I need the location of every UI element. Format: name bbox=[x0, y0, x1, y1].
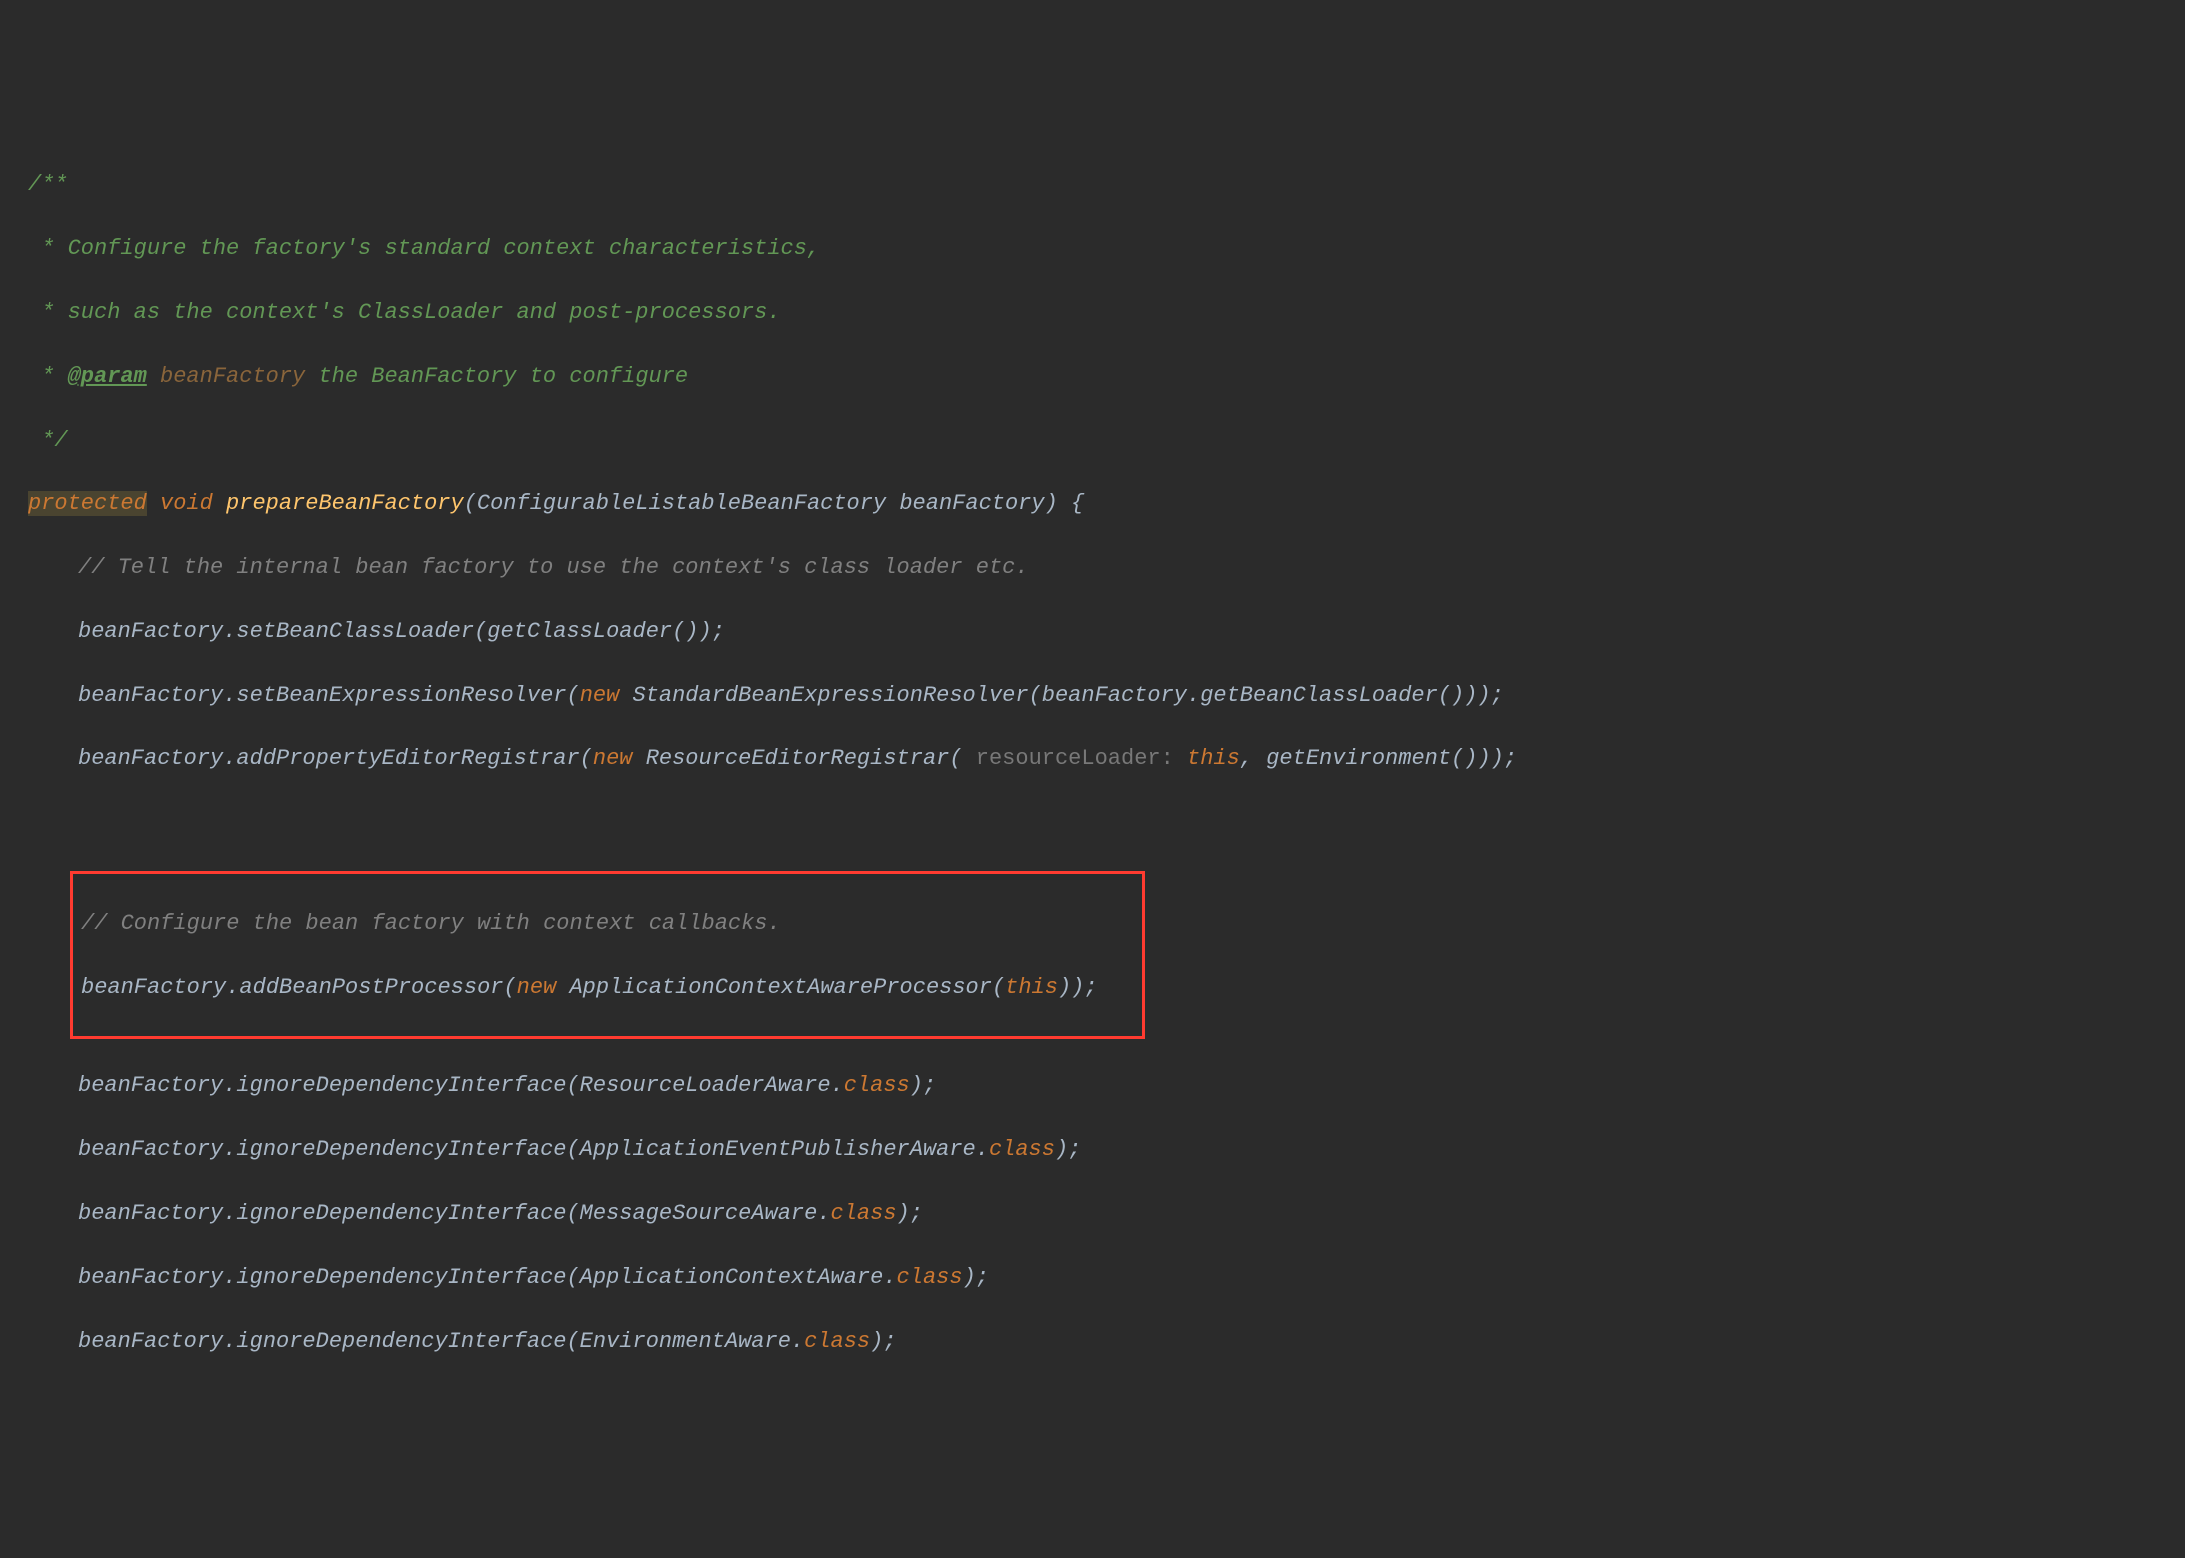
keyword-class: class bbox=[804, 1329, 870, 1354]
keyword-new: new bbox=[593, 746, 633, 771]
code-text: ); bbox=[897, 1201, 923, 1226]
comment-line: // Configure the bean factory with conte… bbox=[77, 908, 1138, 940]
javadoc-param-line: * @param beanFactory the BeanFactory to … bbox=[0, 361, 2185, 393]
highlight-annotation: // Configure the bean factory with conte… bbox=[70, 871, 1145, 1038]
code-line: beanFactory.addPropertyEditorRegistrar(n… bbox=[0, 743, 2185, 775]
keyword-this: this bbox=[1187, 746, 1240, 771]
javadoc-param-name: beanFactory bbox=[147, 364, 305, 389]
javadoc-param-tag: @param bbox=[68, 364, 147, 389]
keyword-class: class bbox=[831, 1201, 897, 1226]
code-text: ); bbox=[963, 1265, 989, 1290]
code-line: beanFactory.ignoreDependencyInterface(Ap… bbox=[0, 1134, 2185, 1166]
code-line: beanFactory.addBeanPostProcessor(new App… bbox=[77, 972, 1138, 1004]
code-line: beanFactory.ignoreDependencyInterface(Re… bbox=[0, 1070, 2185, 1102]
code-text: beanFactory.ignoreDependencyInterface(Re… bbox=[78, 1073, 844, 1098]
code-text: ); bbox=[1055, 1137, 1081, 1162]
code-text: ); bbox=[870, 1329, 896, 1354]
code-text: beanFactory.setBeanExpressionResolver( bbox=[78, 683, 580, 708]
keyword-class: class bbox=[897, 1265, 963, 1290]
javadoc-line: * Configure the factory's standard conte… bbox=[0, 233, 2185, 265]
javadoc-text: * bbox=[28, 364, 68, 389]
code-line: beanFactory.ignoreDependencyInterface(En… bbox=[0, 1326, 2185, 1358]
keyword-void: void bbox=[147, 491, 226, 516]
code-text: ResourceEditorRegistrar( bbox=[633, 746, 963, 771]
code-text: beanFactory.ignoreDependencyInterface(Me… bbox=[78, 1201, 831, 1226]
method-params: (ConfigurableListableBeanFactory beanFac… bbox=[464, 491, 1085, 516]
method-name: prepareBeanFactory bbox=[226, 491, 464, 516]
code-text: , getEnvironment())); bbox=[1240, 746, 1517, 771]
code-text: ApplicationContextAwareProcessor( bbox=[556, 975, 1005, 1000]
code-text: beanFactory.ignoreDependencyInterface(Ap… bbox=[78, 1137, 989, 1162]
keyword-protected: protected bbox=[28, 491, 147, 516]
keyword-this: this bbox=[1005, 975, 1058, 1000]
code-text: beanFactory.ignoreDependencyInterface(En… bbox=[78, 1329, 804, 1354]
inlay-hint: resourceLoader: bbox=[963, 746, 1187, 771]
code-line: beanFactory.setBeanExpressionResolver(ne… bbox=[0, 680, 2185, 712]
keyword-new: new bbox=[517, 975, 557, 1000]
code-line: beanFactory.ignoreDependencyInterface(Me… bbox=[0, 1198, 2185, 1230]
javadoc-open: /** bbox=[0, 169, 2185, 201]
code-text: ); bbox=[910, 1073, 936, 1098]
code-text: beanFactory.ignoreDependencyInterface(Ap… bbox=[78, 1265, 897, 1290]
javadoc-line: * such as the context's ClassLoader and … bbox=[0, 297, 2185, 329]
javadoc-close: */ bbox=[0, 425, 2185, 457]
keyword-new: new bbox=[580, 683, 620, 708]
keyword-class: class bbox=[989, 1137, 1055, 1162]
code-text: beanFactory.addPropertyEditorRegistrar( bbox=[78, 746, 593, 771]
code-text: beanFactory.addBeanPostProcessor( bbox=[81, 975, 517, 1000]
code-text: )); bbox=[1058, 975, 1098, 1000]
code-line: beanFactory.ignoreDependencyInterface(Ap… bbox=[0, 1262, 2185, 1294]
code-text: StandardBeanExpressionResolver(beanFacto… bbox=[619, 683, 1504, 708]
comment-line: // Tell the internal bean factory to use… bbox=[0, 552, 2185, 584]
keyword-class: class bbox=[844, 1073, 910, 1098]
blank-line bbox=[0, 807, 2185, 839]
code-line: beanFactory.setBeanClassLoader(getClassL… bbox=[0, 616, 2185, 648]
method-signature: protected void prepareBeanFactory(Config… bbox=[0, 488, 2185, 520]
javadoc-param-desc: the BeanFactory to configure bbox=[305, 364, 688, 389]
code-editor[interactable]: /** * Configure the factory's standard c… bbox=[0, 138, 2185, 1390]
